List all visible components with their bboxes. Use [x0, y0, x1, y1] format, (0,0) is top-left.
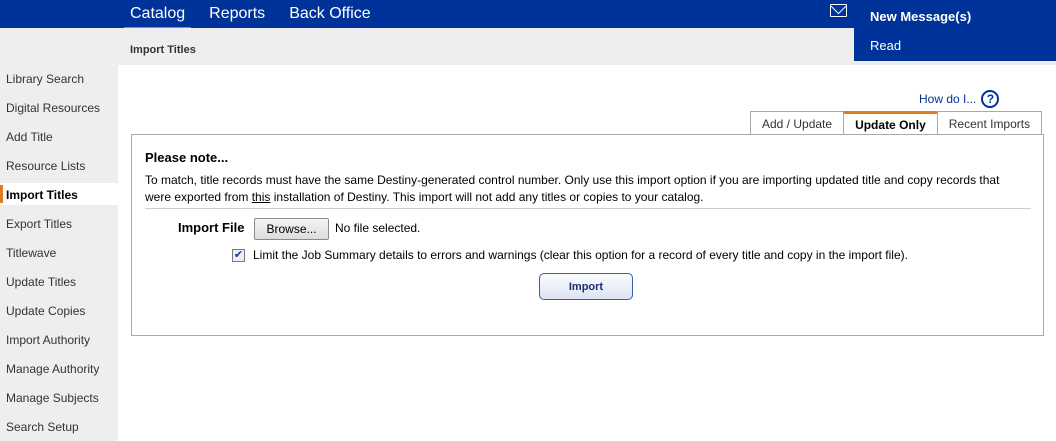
import-panel: Please note... To match, title records m… — [131, 134, 1044, 336]
limit-summary-label[interactable]: Limit the Job Summary details to errors … — [253, 248, 908, 262]
import-file-label: Import File — [178, 220, 245, 235]
note-text-emphasis: this — [251, 190, 271, 204]
limit-summary-checkbox[interactable]: ✔ — [232, 249, 245, 262]
sidebar-item-import-authority[interactable]: Import Authority — [6, 333, 90, 347]
sidebar-item-import-titles[interactable]: Import Titles — [6, 188, 78, 202]
read-messages-link[interactable]: Read — [870, 38, 901, 53]
file-status: No file selected. — [335, 221, 421, 235]
sidebar-active-marker — [0, 185, 3, 203]
browse-button[interactable]: Browse... — [254, 218, 329, 240]
sidebar-item-add-title[interactable]: Add Title — [6, 130, 53, 144]
tab-recent-imports[interactable]: Recent Imports — [936, 111, 1043, 135]
tab-add-update[interactable]: Add / Update — [750, 111, 845, 135]
page-title: Import Titles — [130, 44, 196, 56]
sidebar-item-manage-subjects[interactable]: Manage Subjects — [6, 391, 99, 405]
new-messages-link[interactable]: New Message(s) — [870, 9, 971, 24]
top-nav: Catalog Reports Back Office — [123, 5, 371, 30]
note-title: Please note... — [145, 150, 229, 165]
sidebar-item-search-setup[interactable]: Search Setup — [6, 420, 79, 434]
sidebar-item-update-copies[interactable]: Update Copies — [6, 304, 85, 318]
message-panel: New Message(s) Read — [854, 0, 1056, 61]
sidebar-item-export-titles[interactable]: Export Titles — [6, 217, 72, 231]
sidebar-item-resource-lists[interactable]: Resource Lists — [6, 159, 85, 173]
sidebar-item-update-titles[interactable]: Update Titles — [6, 275, 76, 289]
sidebar-item-titlewave[interactable]: Titlewave — [6, 246, 56, 260]
how-do-i-link[interactable]: How do I... ? — [919, 90, 1000, 108]
sidebar-item-manage-authority[interactable]: Manage Authority — [6, 362, 99, 376]
sidebar-item-digital-resources[interactable]: Digital Resources — [6, 101, 100, 115]
nav-reports[interactable]: Reports — [209, 5, 265, 26]
help-icon[interactable]: ? — [981, 90, 1000, 108]
sidebar: Library Search Digital Resources Add Tit… — [0, 65, 118, 441]
import-button[interactable]: Import — [539, 273, 633, 300]
nav-catalog[interactable]: Catalog — [123, 5, 192, 30]
tab-update-only[interactable]: Update Only — [843, 111, 938, 135]
how-do-i-label: How do I... — [919, 92, 977, 106]
divider — [145, 208, 1031, 209]
import-tabs: Add / Update Update Only Recent Imports — [750, 111, 1043, 135]
note-text: To match, title records must have the sa… — [145, 172, 1025, 206]
note-text-part-2: installation of Destiny. This import wil… — [270, 190, 704, 204]
mail-icon[interactable] — [830, 4, 847, 17]
sidebar-item-library-search[interactable]: Library Search — [6, 72, 84, 86]
nav-back-office[interactable]: Back Office — [289, 5, 371, 26]
